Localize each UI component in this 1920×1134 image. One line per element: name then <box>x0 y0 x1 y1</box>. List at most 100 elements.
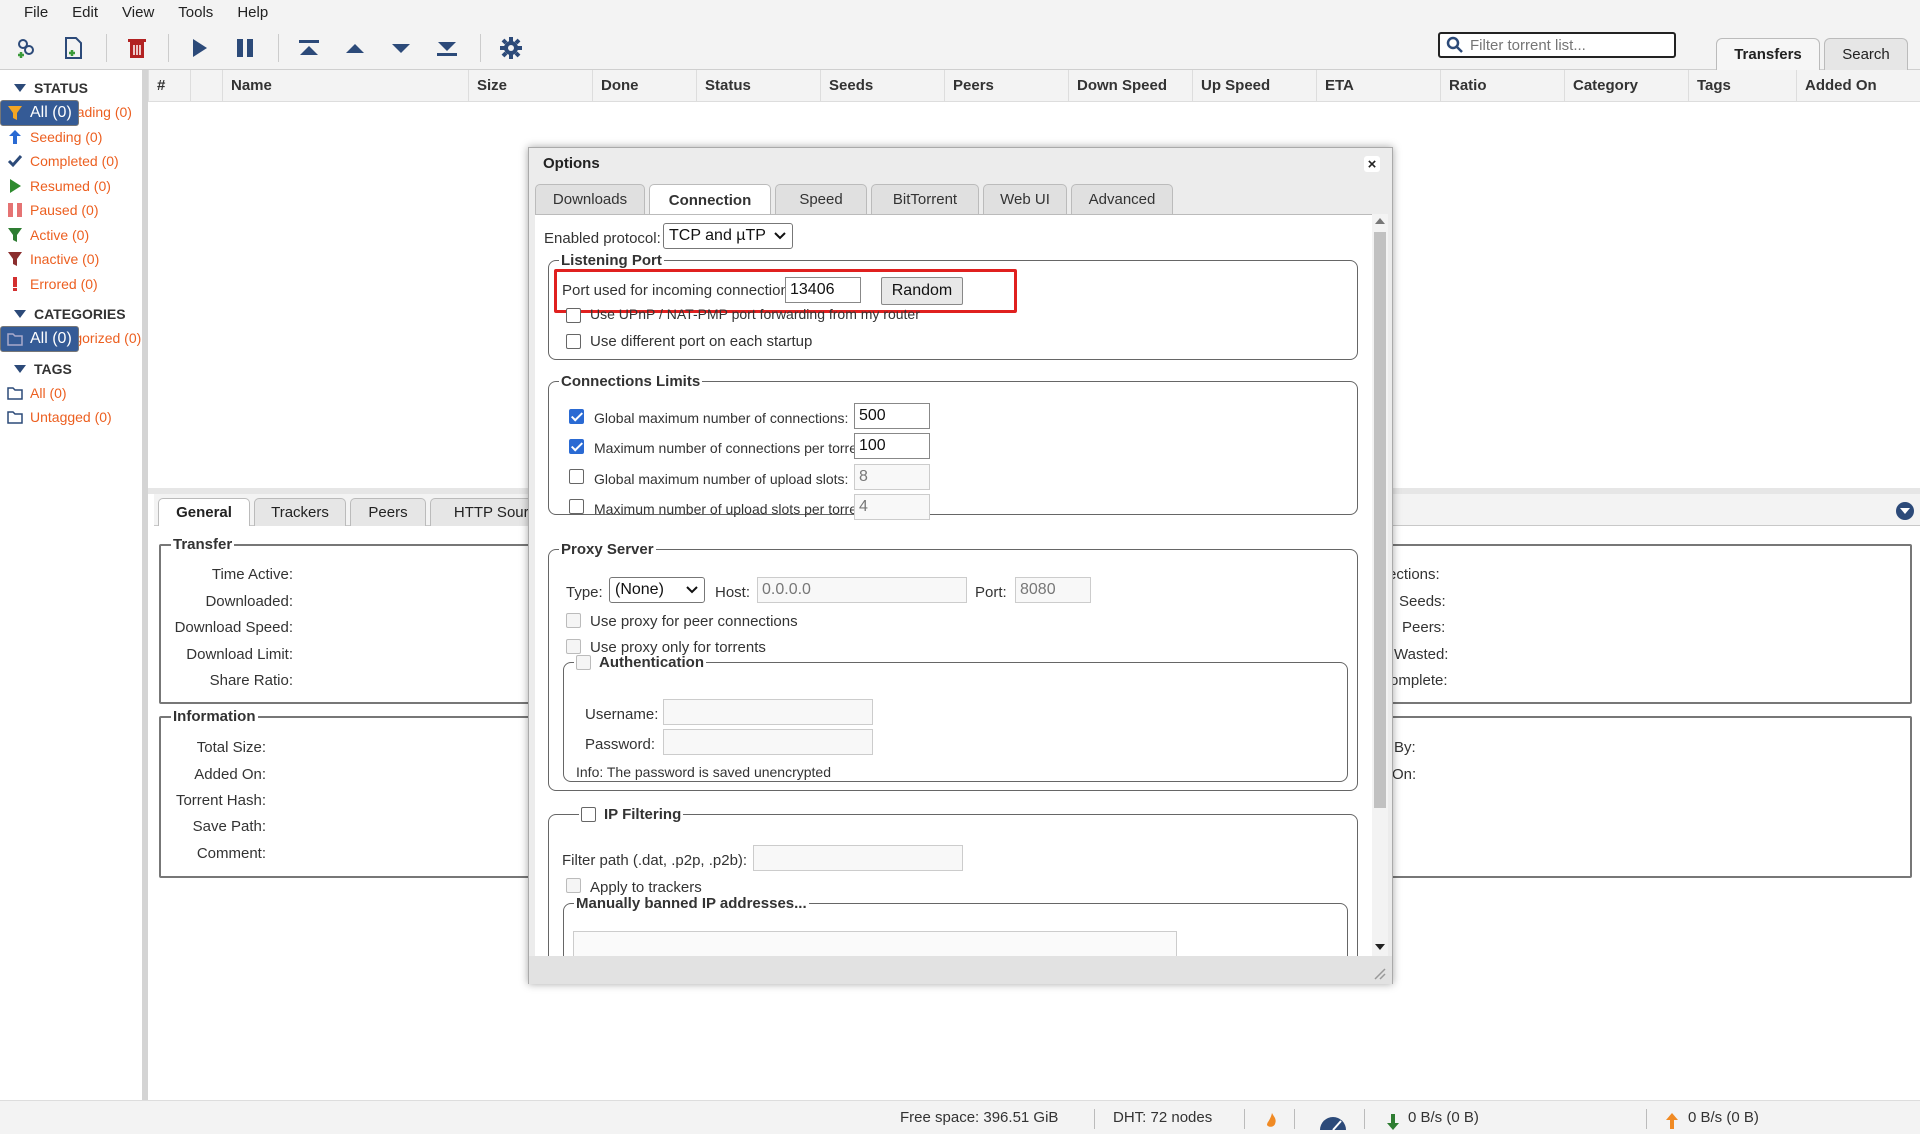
column-header-done[interactable]: Done <box>592 70 696 102</box>
speed-limit-icon[interactable] <box>1318 1110 1348 1131</box>
different-port-checkbox[interactable] <box>566 334 581 349</box>
pause-icon[interactable] <box>230 33 260 63</box>
column-header-eta[interactable]: ETA <box>1316 70 1440 102</box>
filter-torrent-input-box[interactable] <box>1438 32 1676 58</box>
global-max-connections-label: Global maximum number of connections: <box>594 410 849 426</box>
column-header-number[interactable]: # <box>148 70 190 102</box>
move-top-icon[interactable] <box>294 33 324 63</box>
column-header-size[interactable]: Size <box>468 70 592 102</box>
save-path-label: Save Path: <box>192 818 266 835</box>
tab-web-ui[interactable]: Web UI <box>983 184 1067 214</box>
collapse-panel-icon[interactable] <box>1896 502 1914 520</box>
column-header-peers[interactable]: Peers <box>944 70 1068 102</box>
column-header-ratio[interactable]: Ratio <box>1440 70 1564 102</box>
global-max-connections-input[interactable] <box>854 403 930 429</box>
upnp-checkbox[interactable] <box>566 308 581 323</box>
tab-connection[interactable]: Connection <box>649 184 771 216</box>
resize-grip-icon[interactable] <box>1374 968 1386 980</box>
resume-icon[interactable] <box>184 33 214 63</box>
status-filter-errored[interactable]: Errored (0) <box>0 272 142 297</box>
column-header-added-on[interactable]: Added On <box>1796 70 1920 102</box>
filter-torrent-input[interactable] <box>1470 36 1660 54</box>
global-max-upload-slots-checkbox[interactable] <box>569 469 584 484</box>
proxy-port-input[interactable] <box>1015 577 1091 603</box>
status-filter-completed[interactable]: Completed (0) <box>0 149 142 174</box>
scroll-up-arrow-icon[interactable] <box>1375 218 1385 224</box>
tab-transfers[interactable]: Transfers <box>1716 38 1820 70</box>
tab-downloads[interactable]: Downloads <box>535 184 645 214</box>
move-down-icon[interactable] <box>386 33 416 63</box>
column-header-category[interactable]: Category <box>1564 70 1688 102</box>
column-header-up-speed[interactable]: Up Speed <box>1192 70 1316 102</box>
max-upload-slots-per-torrent-checkbox[interactable] <box>569 499 584 514</box>
menu-help[interactable]: Help <box>225 0 280 26</box>
move-bottom-icon[interactable] <box>432 33 462 63</box>
max-connections-per-torrent-checkbox[interactable] <box>569 439 584 454</box>
tag-filter-untagged[interactable]: Untagged (0) <box>0 405 142 430</box>
column-header-status[interactable]: Status <box>696 70 820 102</box>
proxy-type-select[interactable]: (None) <box>609 577 705 603</box>
enabled-protocol-label: Enabled protocol: <box>544 230 661 247</box>
tab-trackers[interactable]: Trackers <box>254 498 346 526</box>
global-max-upload-slots-label: Global maximum number of upload slots: <box>594 471 849 487</box>
menu-file[interactable]: File <box>12 0 60 26</box>
enabled-protocol-select[interactable]: TCP and µTP <box>663 223 793 249</box>
banned-ips-textarea[interactable] <box>573 931 1177 956</box>
collapse-triangle-icon <box>14 364 26 373</box>
add-torrent-link-icon[interactable] <box>12 33 42 63</box>
tab-peers[interactable]: Peers <box>350 498 426 526</box>
tags-section-header[interactable]: TAGS <box>0 357 142 381</box>
proxy-host-input[interactable] <box>757 577 967 603</box>
category-filter-all[interactable]: All (0) <box>0 326 79 352</box>
column-header-down-speed[interactable]: Down Speed <box>1068 70 1192 102</box>
status-filter-seeding[interactable]: Seeding (0) <box>0 125 142 150</box>
username-input[interactable] <box>663 699 873 725</box>
status-section-header[interactable]: STATUS <box>0 76 142 100</box>
scroll-down-arrow-icon[interactable] <box>1375 944 1385 950</box>
menu-edit[interactable]: Edit <box>60 0 110 26</box>
play-icon <box>6 177 24 195</box>
move-up-icon[interactable] <box>340 33 370 63</box>
proxy-peer-connections-checkbox[interactable] <box>566 613 581 628</box>
column-header-name[interactable]: Name <box>222 70 468 102</box>
status-filter-paused[interactable]: Paused (0) <box>0 198 142 223</box>
max-upload-slots-per-torrent-input[interactable] <box>854 494 930 520</box>
apply-to-trackers-checkbox[interactable] <box>566 878 581 893</box>
tag-filter-all[interactable]: All (0) <box>0 381 142 406</box>
max-connections-per-torrent-input[interactable] <box>854 433 930 459</box>
connection-status-icon[interactable] <box>1264 1109 1280 1127</box>
tab-search[interactable]: Search <box>1824 38 1908 70</box>
global-max-connections-checkbox[interactable] <box>569 409 584 424</box>
options-gear-icon[interactable] <box>496 33 526 63</box>
port-input[interactable] <box>785 277 861 303</box>
menu-view[interactable]: View <box>110 0 166 26</box>
connections-label: ections: <box>1388 566 1440 583</box>
authentication-checkbox[interactable] <box>576 655 591 670</box>
tab-general[interactable]: General <box>158 498 250 526</box>
random-port-button[interactable]: Random <box>881 277 963 305</box>
filter-path-input[interactable] <box>753 845 963 871</box>
ip-filtering-checkbox[interactable] <box>581 807 596 822</box>
tab-bittorrent[interactable]: BitTorrent <box>871 184 979 214</box>
close-icon[interactable]: × <box>1364 156 1380 173</box>
column-header-tags[interactable]: Tags <box>1688 70 1796 102</box>
status-filter-inactive[interactable]: Inactive (0) <box>0 247 142 272</box>
menu-tools[interactable]: Tools <box>166 0 225 26</box>
proxy-torrents-only-checkbox[interactable] <box>566 639 581 654</box>
scrollbar-thumb[interactable] <box>1374 232 1386 808</box>
delete-icon[interactable] <box>122 33 152 63</box>
dialog-scrollbar[interactable] <box>1372 214 1388 956</box>
transfer-title: Transfer <box>173 536 233 553</box>
global-max-upload-slots-input[interactable] <box>854 464 930 490</box>
status-filter-resumed[interactable]: Resumed (0) <box>0 174 142 199</box>
column-header-seeds[interactable]: Seeds <box>820 70 944 102</box>
tags-title: TAGS <box>34 360 72 377</box>
tab-speed[interactable]: Speed <box>775 184 867 214</box>
add-torrent-file-icon[interactable] <box>58 33 88 63</box>
column-header-blank[interactable] <box>190 70 222 102</box>
status-filter-active[interactable]: Active (0) <box>0 223 142 248</box>
password-input[interactable] <box>663 729 873 755</box>
tab-advanced[interactable]: Advanced <box>1071 184 1173 214</box>
categories-section-header[interactable]: CATEGORIES <box>0 302 142 326</box>
status-filter-all[interactable]: All (0) <box>0 100 79 126</box>
